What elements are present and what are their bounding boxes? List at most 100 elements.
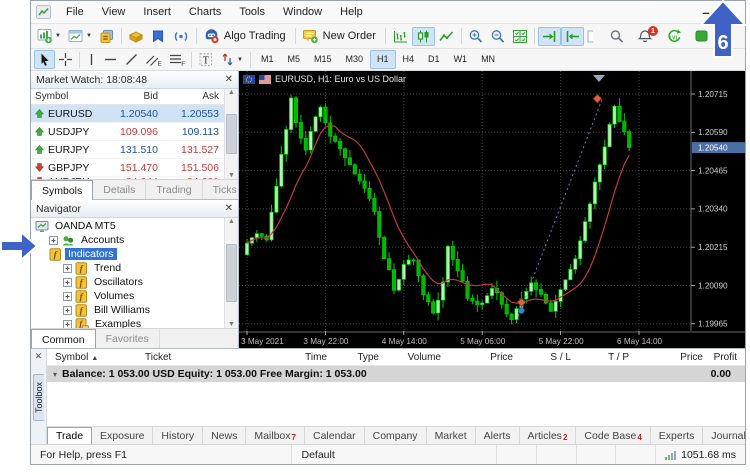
menu-help[interactable]: Help bbox=[331, 3, 372, 21]
data-window-button[interactable] bbox=[125, 27, 147, 46]
trendline-button[interactable] bbox=[121, 50, 142, 69]
status-profile[interactable]: Default bbox=[292, 445, 497, 464]
timeframe-mn[interactable]: MN bbox=[474, 50, 502, 69]
horizontal-line-button[interactable] bbox=[100, 50, 121, 69]
algo-trading-button[interactable]: Algo Trading bbox=[200, 27, 292, 46]
toolbox-tab-articles[interactable]: Articles2 bbox=[520, 427, 577, 444]
channel-button[interactable]: E bbox=[142, 50, 165, 69]
line-chart-button[interactable] bbox=[435, 27, 458, 46]
market-watch-tab-symbols[interactable]: Symbols bbox=[31, 180, 93, 200]
menu-file[interactable]: File bbox=[57, 3, 93, 21]
toolbox-tab-news[interactable]: News bbox=[203, 427, 246, 444]
menu-insert[interactable]: Insert bbox=[134, 3, 180, 21]
toolbox-vertical-tab[interactable]: Toolbox bbox=[33, 374, 44, 421]
close-icon[interactable]: ✕ bbox=[225, 75, 233, 85]
toolbox-tab-mailbox[interactable]: Mailbox7 bbox=[246, 427, 305, 444]
lvl-button[interactable]: LVL bbox=[662, 27, 686, 46]
toolbox-tab-calendar[interactable]: Calendar bbox=[305, 427, 365, 444]
fibonacci-button[interactable]: F bbox=[165, 50, 188, 69]
scroll-down-icon[interactable]: ▼ bbox=[228, 172, 235, 179]
navigator-oscillators[interactable]: fOscillators bbox=[31, 275, 238, 289]
trade-column-ticket[interactable]: Ticket bbox=[141, 352, 213, 363]
signals-button[interactable] bbox=[169, 27, 193, 46]
text-button[interactable]: T bbox=[195, 50, 217, 69]
toolbox-tab-exposure[interactable]: Exposure bbox=[92, 427, 153, 444]
candlestick-button[interactable] bbox=[412, 27, 435, 46]
price-chart[interactable]: 1.207151.205901.204651.203401.202151.200… bbox=[239, 71, 745, 348]
trade-column-tp[interactable]: T / P bbox=[575, 352, 633, 363]
expand-plus-icon[interactable] bbox=[63, 278, 72, 287]
trade-column-volume[interactable]: Volume bbox=[383, 352, 445, 363]
chart-shift-button[interactable] bbox=[561, 27, 584, 46]
expand-plus-icon[interactable] bbox=[63, 264, 72, 273]
toolbox-tab-history[interactable]: History bbox=[153, 427, 203, 444]
close-icon[interactable]: ✕ bbox=[35, 349, 43, 362]
scroll-up-icon[interactable]: ▲ bbox=[228, 89, 235, 96]
timeframe-h4[interactable]: H4 bbox=[396, 50, 422, 69]
column-header-ask[interactable]: Ask bbox=[163, 91, 224, 102]
toolbox-tab-code-base[interactable]: Code Base4 bbox=[576, 427, 650, 444]
scroll-up-icon[interactable]: ▲ bbox=[228, 218, 235, 225]
trade-column-sl[interactable]: S / L bbox=[517, 352, 575, 363]
navigator-examples[interactable]: fExamples bbox=[31, 317, 238, 328]
toolbox-tab-trade[interactable]: Trade bbox=[47, 427, 92, 444]
market-watch-scrollbar[interactable]: ▲ ▼ bbox=[224, 89, 238, 179]
new-chart-button[interactable]: ▼ bbox=[34, 27, 65, 46]
clipped-button[interactable] bbox=[584, 27, 596, 46]
toolbox-tab-market[interactable]: Market bbox=[427, 427, 476, 444]
expand-plus-icon[interactable] bbox=[63, 320, 72, 329]
vertical-line-button[interactable] bbox=[83, 50, 100, 69]
market-watch-button[interactable] bbox=[96, 27, 118, 46]
toolbox-tab-alerts[interactable]: Alerts bbox=[476, 427, 520, 444]
navigator-bill-williams[interactable]: fBill Williams bbox=[31, 303, 238, 317]
notifications-button[interactable]: 1 bbox=[634, 27, 656, 46]
trade-column-price[interactable]: Price bbox=[445, 352, 517, 363]
zoom-in-button[interactable] bbox=[465, 27, 487, 46]
timeframe-w1[interactable]: W1 bbox=[447, 50, 475, 69]
market-watch-tab-details[interactable]: Details bbox=[93, 180, 146, 199]
timeframe-d1[interactable]: D1 bbox=[421, 50, 447, 69]
scroll-down-icon[interactable]: ▼ bbox=[228, 321, 235, 328]
timeframe-m5[interactable]: M5 bbox=[280, 50, 307, 69]
chart-window[interactable]: EURUSD, H1: Euro vs US Dollar 1.207151.2… bbox=[239, 71, 745, 348]
bar-chart-button[interactable] bbox=[389, 27, 412, 46]
trade-column-price[interactable]: Price bbox=[633, 352, 707, 363]
market-watch-row-eurjpy[interactable]: EURJPY131.510131.527 bbox=[31, 141, 224, 159]
toolbox-tab-experts[interactable]: Experts bbox=[651, 427, 704, 444]
navigator-accounts[interactable]: Accounts bbox=[31, 233, 238, 247]
expand-plus-icon[interactable] bbox=[49, 236, 58, 245]
timeframe-h1[interactable]: H1 bbox=[370, 50, 396, 69]
balance-row[interactable]: ▾ Balance: 1 053.00 USD Equity: 1 053.00… bbox=[47, 366, 745, 382]
cursor-button[interactable] bbox=[34, 50, 55, 69]
new-order-button[interactable]: New Order bbox=[299, 27, 382, 46]
market-watch-row-audjpy[interactable]: AUDJPY84.64484.661 bbox=[31, 177, 224, 179]
dropdown-caret-icon[interactable]: ▼ bbox=[85, 33, 93, 39]
menu-window[interactable]: Window bbox=[274, 3, 331, 21]
column-header-bid[interactable]: Bid bbox=[102, 91, 163, 102]
navigator-trend[interactable]: fTrend bbox=[31, 261, 238, 275]
trade-column-time[interactable]: Time bbox=[213, 352, 331, 363]
toolbox-tab-journal[interactable]: Journal bbox=[703, 427, 750, 444]
market-watch-row-gbpjpy[interactable]: GBPJPY151.470151.506 bbox=[31, 159, 224, 177]
expand-plus-icon[interactable] bbox=[63, 306, 72, 315]
auto-scroll-button[interactable] bbox=[538, 27, 561, 46]
market-watch-row-usdjpy[interactable]: USDJPY109.096109.113 bbox=[31, 123, 224, 141]
dropdown-caret-icon[interactable]: ▼ bbox=[236, 57, 244, 63]
market-watch-row-eurusd[interactable]: EURUSD1.205401.20553 bbox=[31, 105, 224, 123]
tile-windows-button[interactable] bbox=[509, 27, 531, 46]
close-icon[interactable]: ✕ bbox=[225, 204, 233, 214]
menu-tools[interactable]: Tools bbox=[230, 3, 274, 21]
timeframe-m30[interactable]: M30 bbox=[339, 50, 371, 69]
menu-view[interactable]: View bbox=[93, 3, 135, 21]
navigator-volumes[interactable]: fVolumes bbox=[31, 289, 238, 303]
trade-column-symbol[interactable]: Symbol▲ bbox=[51, 352, 141, 363]
trade-column-type[interactable]: Type bbox=[331, 352, 383, 363]
timeframe-m15[interactable]: M15 bbox=[307, 50, 339, 69]
trade-column-profit[interactable]: Profit bbox=[707, 352, 741, 363]
toolbox-tab-company[interactable]: Company bbox=[365, 427, 427, 444]
profiles-button[interactable]: ▼ bbox=[65, 27, 96, 46]
expand-plus-icon[interactable] bbox=[63, 292, 72, 301]
menu-charts[interactable]: Charts bbox=[180, 3, 230, 21]
market-watch-tab-trading[interactable]: Trading bbox=[146, 180, 202, 199]
column-header-symbol[interactable]: Symbol bbox=[31, 91, 102, 102]
